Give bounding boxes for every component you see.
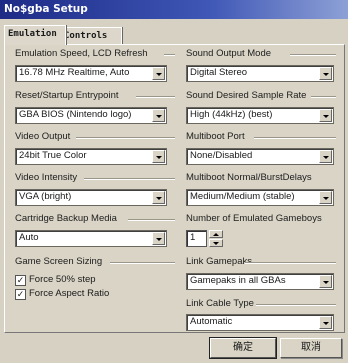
- chevron-down-icon[interactable]: [152, 232, 165, 245]
- video-intensity-select[interactable]: VGA (bright): [15, 189, 167, 206]
- num-gameboys-value: 1: [190, 232, 196, 243]
- cancel-button[interactable]: 取消: [280, 338, 342, 358]
- spin-up-icon[interactable]: [209, 230, 223, 238]
- multiboot-port-value: None/Disabled: [190, 150, 253, 161]
- check-icon[interactable]: ✓: [15, 289, 26, 300]
- chevron-down-icon[interactable]: [319, 316, 332, 329]
- video-output-select[interactable]: 24bit True Color: [15, 148, 167, 165]
- sample-rate-label: Sound Desired Sample Rate: [186, 90, 307, 101]
- group-divider: [128, 219, 175, 221]
- force-50-step-label: Force 50% step: [29, 274, 96, 285]
- link-cable-type-select[interactable]: Automatic: [186, 314, 334, 331]
- force-aspect-ratio-label: Force Aspect Ratio: [29, 288, 110, 299]
- group-divider: [84, 178, 175, 180]
- chevron-down-icon[interactable]: [152, 150, 165, 163]
- group-divider: [164, 54, 175, 56]
- num-gameboys-spinner[interactable]: [209, 230, 223, 247]
- screen-sizing-label: Game Screen Sizing: [15, 256, 103, 267]
- setup-window: No$gba Setup Emulation Controls Emulatio…: [0, 0, 348, 363]
- group-divider: [311, 96, 336, 98]
- link-gamepaks-label: Link Gamepaks: [186, 256, 253, 267]
- tab-controls[interactable]: Controls: [60, 27, 122, 44]
- video-intensity-label: Video Intensity: [15, 172, 78, 183]
- reset-entrypoint-value: GBA BIOS (Nintendo logo): [19, 109, 132, 120]
- sound-output-mode-value: Digital Stereo: [190, 67, 248, 78]
- multiboot-port-select[interactable]: None/Disabled: [186, 148, 334, 165]
- sample-rate-select[interactable]: High (44kHz) (best): [186, 107, 334, 124]
- sound-output-mode-label: Sound Output Mode: [186, 48, 272, 59]
- title-bar[interactable]: No$gba Setup: [0, 0, 348, 19]
- multiboot-delays-select[interactable]: Medium/Medium (stable): [186, 189, 334, 206]
- group-divider: [256, 304, 336, 306]
- force-50-step-checkbox[interactable]: ✓ Force 50% step: [15, 274, 135, 286]
- chevron-down-icon[interactable]: [319, 191, 332, 204]
- link-cable-type-label: Link Cable Type: [186, 298, 254, 309]
- multiboot-port-label: Multiboot Port: [186, 131, 245, 142]
- chevron-down-icon[interactable]: [319, 150, 332, 163]
- chevron-down-icon[interactable]: [152, 191, 165, 204]
- group-divider: [290, 54, 336, 56]
- num-gameboys-input[interactable]: 1: [186, 230, 207, 247]
- backup-media-select[interactable]: Auto: [15, 230, 167, 247]
- link-cable-type-value: Automatic: [190, 316, 233, 327]
- reset-entrypoint-label: Reset/Startup Entrypoint: [15, 90, 119, 101]
- emulation-speed-value: 16.78 MHz Realtime, Auto: [19, 67, 130, 78]
- backup-media-label: Cartridge Backup Media: [15, 213, 117, 224]
- tab-emulation[interactable]: Emulation: [4, 25, 66, 45]
- sound-output-mode-select[interactable]: Digital Stereo: [186, 65, 334, 82]
- group-divider: [110, 262, 175, 264]
- sample-rate-value: High (44kHz) (best): [190, 109, 273, 120]
- emulation-speed-label: Emulation Speed, LCD Refresh: [15, 48, 148, 59]
- spin-down-icon[interactable]: [209, 239, 223, 247]
- ok-button[interactable]: 确定: [209, 337, 277, 359]
- chevron-down-icon[interactable]: [152, 109, 165, 122]
- group-divider: [76, 137, 175, 139]
- chevron-down-icon[interactable]: [319, 275, 332, 288]
- video-output-label: Video Output: [15, 131, 71, 142]
- multiboot-delays-value: Medium/Medium (stable): [190, 191, 295, 202]
- force-aspect-ratio-checkbox[interactable]: ✓ Force Aspect Ratio: [15, 288, 155, 300]
- check-icon[interactable]: ✓: [15, 275, 26, 286]
- video-intensity-value: VGA (bright): [19, 191, 72, 202]
- group-divider: [254, 137, 336, 139]
- window-title: No$gba Setup: [4, 3, 88, 15]
- multiboot-delays-label: Multiboot Normal/BurstDelays: [186, 172, 312, 183]
- chevron-down-icon[interactable]: [152, 67, 165, 80]
- emulation-speed-select[interactable]: 16.78 MHz Realtime, Auto: [15, 65, 167, 82]
- video-output-value: 24bit True Color: [19, 150, 87, 161]
- chevron-down-icon[interactable]: [319, 109, 332, 122]
- group-divider: [245, 262, 336, 264]
- link-gamepaks-value: Gamepaks in all GBAs: [190, 275, 286, 286]
- chevron-down-icon[interactable]: [319, 67, 332, 80]
- num-gameboys-label: Number of Emulated Gameboys: [186, 213, 322, 224]
- link-gamepaks-select[interactable]: Gamepaks in all GBAs: [186, 273, 334, 290]
- reset-entrypoint-select[interactable]: GBA BIOS (Nintendo logo): [15, 107, 167, 124]
- group-divider: [136, 96, 175, 98]
- backup-media-value: Auto: [19, 232, 39, 243]
